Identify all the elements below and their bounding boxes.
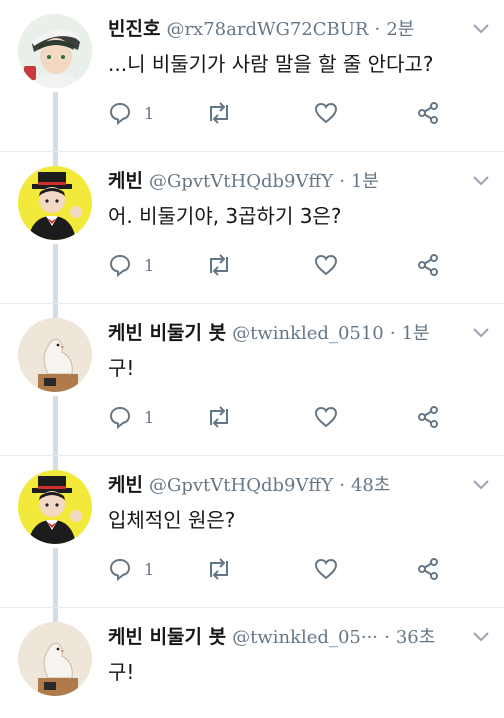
share-icon — [418, 102, 438, 124]
pigeon-avatar-icon — [18, 318, 92, 392]
tweet-actions: 1 — [108, 250, 468, 280]
reply-icon — [109, 558, 131, 581]
separator-dot: · — [384, 627, 390, 648]
display-name[interactable]: 케빈 비둘기 봇 — [108, 322, 226, 344]
share-button[interactable] — [416, 402, 440, 432]
username[interactable]: @GpvtVtHQdb9VffY — [149, 475, 333, 496]
username[interactable]: @GpvtVtHQdb9VffY — [149, 171, 333, 192]
retweet-icon — [210, 406, 228, 428]
tweet[interactable]: 케빈 @GpvtVtHQdb9VffY · 48초 입체적인 원은? 1 — [0, 456, 504, 608]
share-icon — [418, 254, 438, 276]
tweet-header: 빈진호 @rx78ardWG72CBUR · 2분 — [108, 14, 464, 44]
timestamp[interactable]: 48초 — [351, 475, 390, 496]
reply-icon — [109, 102, 131, 125]
separator-dot: · — [339, 475, 345, 496]
username[interactable]: @twinkled_05··· — [232, 627, 378, 648]
avatar[interactable] — [18, 166, 92, 240]
username[interactable]: @twinkled_0510 — [232, 323, 384, 344]
heart-icon — [314, 254, 338, 276]
pigeon-avatar-icon — [18, 622, 92, 696]
chevron-down-icon[interactable] — [472, 630, 490, 644]
retweet-icon — [210, 254, 228, 276]
separator-dot: · — [389, 323, 396, 344]
tweet-text: ...니 비둘기가 사람 말을 할 줄 안다고? — [108, 52, 434, 76]
tweet[interactable]: 케빈 @GpvtVtHQdb9VffY · 1분 어. 비둘기야, 3곱하기 3은… — [0, 152, 504, 304]
avatar[interactable] — [18, 470, 92, 544]
reply-button[interactable]: 1 — [108, 554, 154, 584]
share-button[interactable] — [416, 554, 440, 584]
heart-icon — [314, 406, 338, 428]
reply-count: 1 — [144, 255, 155, 275]
share-icon — [418, 406, 438, 428]
reply-count: 1 — [144, 559, 155, 579]
avatar[interactable] — [18, 622, 92, 696]
tweet-thread: 빈진호 @rx78ardWG72CBUR · 2분 ...니 비둘기가 사람 말을… — [0, 0, 504, 718]
separator-dot: · — [374, 19, 381, 40]
reply-count: 1 — [144, 407, 155, 427]
chevron-down-icon[interactable] — [472, 478, 490, 492]
like-button[interactable] — [314, 402, 338, 432]
retweet-button[interactable] — [206, 402, 232, 432]
timestamp[interactable]: 2분 — [386, 19, 414, 40]
retweet-button[interactable] — [206, 98, 232, 128]
retweet-button[interactable] — [206, 554, 232, 584]
tweet[interactable]: 케빈 비둘기 봇 @twinkled_0510 · 1분 구! 1 — [0, 304, 504, 456]
share-button[interactable] — [416, 98, 440, 128]
tweet-text: 구! — [108, 660, 135, 684]
avatar[interactable] — [18, 318, 92, 392]
timestamp[interactable]: 1분 — [351, 171, 379, 192]
like-button[interactable] — [314, 98, 338, 128]
tweet[interactable]: 케빈 비둘기 봇 @twinkled_05··· · 36초 구! — [0, 608, 504, 718]
chevron-down-icon[interactable] — [472, 22, 490, 36]
separator-dot: · — [339, 171, 345, 192]
heart-icon — [314, 558, 338, 580]
reply-icon — [109, 254, 131, 277]
chevron-down-icon[interactable] — [472, 174, 490, 188]
tweet-text: 입체적인 원은? — [108, 508, 236, 532]
tweet-actions: 1 — [108, 98, 468, 128]
like-button[interactable] — [314, 250, 338, 280]
tweet-text: 어. 비둘기야, 3곱하기 3은? — [108, 204, 342, 228]
reply-button[interactable]: 1 — [108, 98, 154, 128]
retweet-icon — [210, 558, 228, 580]
tweet-header: 케빈 비둘기 봇 @twinkled_0510 · 1분 — [108, 318, 464, 348]
username[interactable]: @rx78ardWG72CBUR — [166, 19, 368, 40]
like-button[interactable] — [314, 554, 338, 584]
tweet-text: 구! — [108, 356, 135, 380]
retweet-icon — [210, 102, 228, 124]
tweet-header: 케빈 @GpvtVtHQdb9VffY · 48초 — [108, 470, 464, 500]
share-button[interactable] — [416, 250, 440, 280]
reply-icon — [109, 406, 131, 429]
display-name[interactable]: 케빈 — [108, 474, 143, 496]
reply-button[interactable]: 1 — [108, 402, 154, 432]
magician-avatar-icon — [18, 166, 92, 240]
tweet-actions: 1 — [108, 554, 468, 584]
share-icon — [418, 558, 438, 580]
tweet-header: 케빈 비둘기 봇 @twinkled_05··· · 36초 — [108, 622, 464, 652]
timestamp[interactable]: 1분 — [402, 323, 430, 344]
display-name[interactable]: 케빈 — [108, 170, 143, 192]
magician-avatar-icon — [18, 470, 92, 544]
tweet-actions: 1 — [108, 402, 468, 432]
tweet-header: 케빈 @GpvtVtHQdb9VffY · 1분 — [108, 166, 464, 196]
display-name[interactable]: 빈진호 — [108, 18, 160, 40]
timestamp[interactable]: 36초 — [396, 627, 435, 648]
reply-button[interactable]: 1 — [108, 250, 154, 280]
chevron-down-icon[interactable] — [472, 326, 490, 340]
boy-avatar-icon — [18, 14, 92, 88]
avatar[interactable] — [18, 14, 92, 88]
retweet-button[interactable] — [206, 250, 232, 280]
reply-count: 1 — [144, 103, 155, 123]
display-name[interactable]: 케빈 비둘기 봇 — [108, 626, 226, 648]
tweet[interactable]: 빈진호 @rx78ardWG72CBUR · 2분 ...니 비둘기가 사람 말을… — [0, 0, 504, 152]
heart-icon — [314, 102, 338, 124]
